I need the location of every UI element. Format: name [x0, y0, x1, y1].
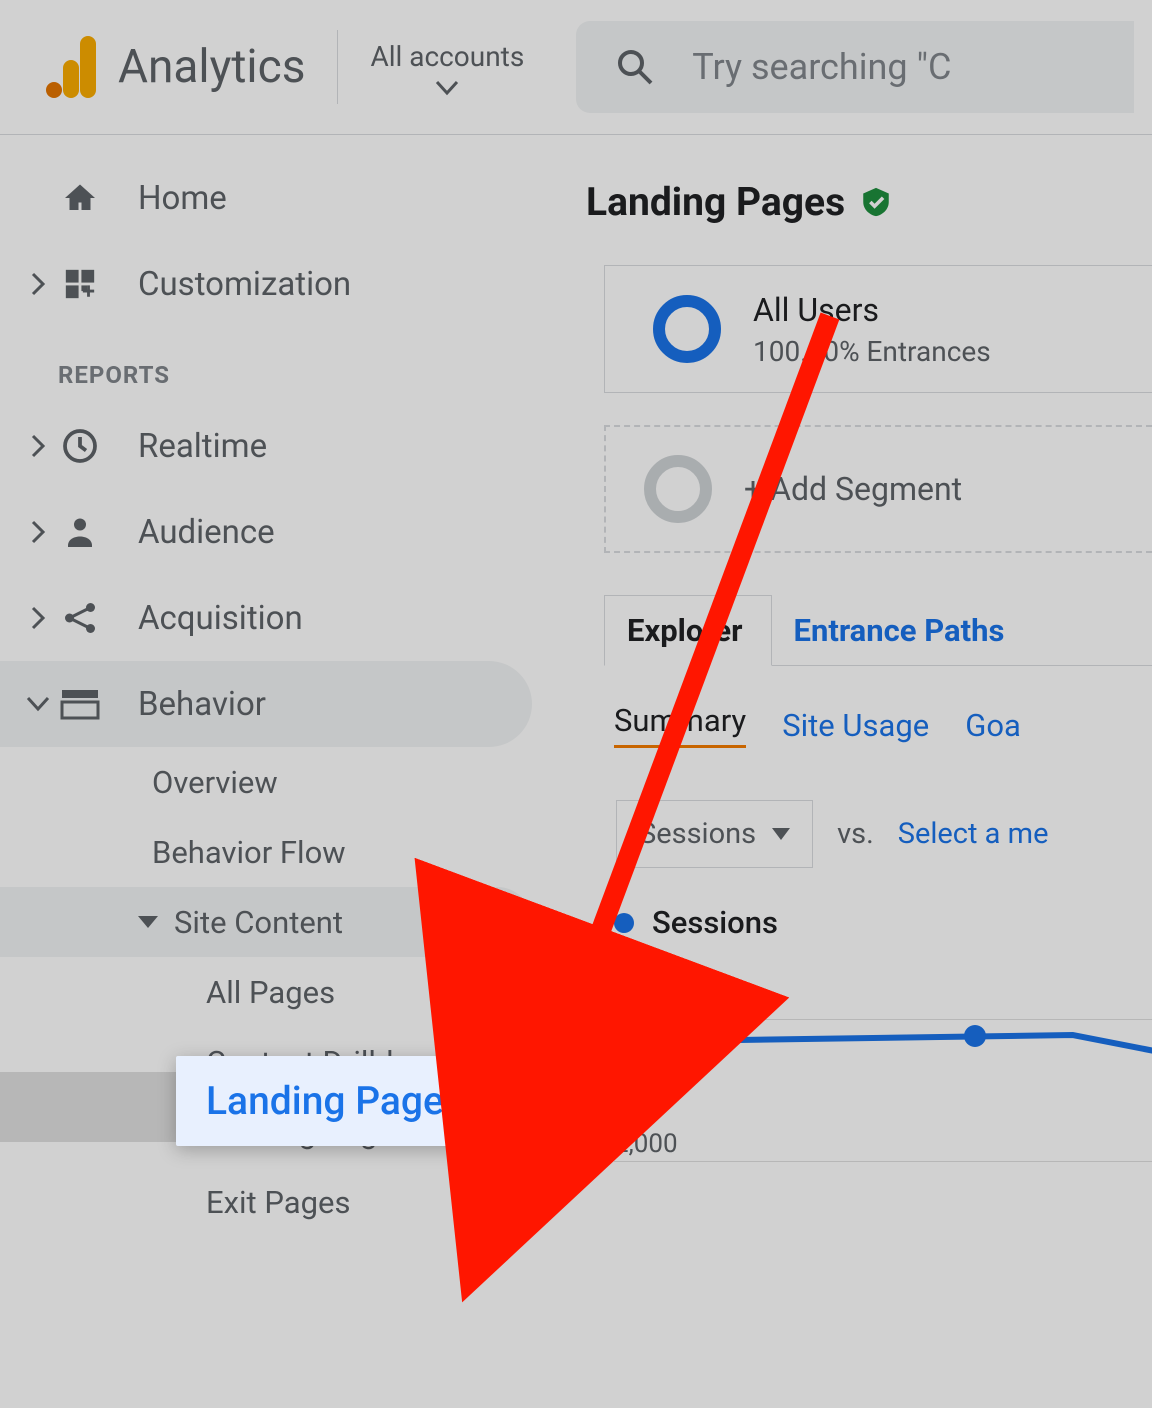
highlight-landing-pages[interactable]: Landing Pages	[176, 1056, 596, 1146]
nav-realtime[interactable]: Realtime	[0, 403, 586, 489]
nav-behavior[interactable]: Behavior	[0, 661, 532, 747]
add-segment[interactable]: + Add Segment	[604, 425, 1152, 553]
behavior-icon	[60, 684, 100, 724]
segment-sub: 100.00% Entrances	[753, 335, 991, 368]
subtab-row: Summary Site Usage Goa	[604, 684, 1152, 766]
app-header: Analytics All accounts Try searching "C	[0, 0, 1152, 135]
add-segment-label: + Add Segment	[744, 470, 962, 508]
legend-label: Sessions	[652, 904, 778, 941]
caret-down-icon	[772, 828, 790, 840]
nav-customization[interactable]: Customization	[0, 241, 586, 327]
person-icon	[60, 512, 100, 552]
nav-audience[interactable]: Audience	[0, 489, 586, 575]
tab-entrance-paths[interactable]: Entrance Paths	[772, 596, 1033, 665]
share-icon	[60, 598, 100, 638]
account-picker[interactable]: All accounts	[370, 40, 524, 95]
subnav-behavior-flow[interactable]: Behavior Flow	[0, 817, 532, 887]
vs-label: vs.	[837, 817, 874, 851]
ring-icon	[644, 455, 712, 523]
tab-explorer[interactable]: Explorer	[604, 595, 772, 666]
brand-block: Analytics	[18, 36, 305, 98]
ring-icon	[653, 295, 721, 363]
search-placeholder: Try searching "C	[692, 46, 951, 88]
chevron-right-icon	[31, 607, 45, 629]
search-input[interactable]: Try searching "C	[576, 21, 1134, 113]
subnav-overview[interactable]: Overview	[0, 747, 532, 817]
subtab-goal[interactable]: Goa	[965, 707, 1021, 744]
subnav-all-pages[interactable]: All Pages	[0, 957, 532, 1027]
caret-down-icon	[138, 916, 158, 928]
chart-point	[964, 1025, 986, 1047]
page-title-row: Landing Pages	[586, 179, 1152, 225]
caret-down-icon	[436, 81, 458, 95]
search-icon	[616, 48, 654, 86]
select-metric-link[interactable]: Select a me	[898, 817, 1049, 851]
subnav-site-content[interactable]: Site Content	[0, 887, 532, 957]
verified-shield-icon	[859, 185, 893, 219]
chart-line	[614, 963, 1152, 1223]
nav-home[interactable]: Home	[0, 155, 586, 241]
dashboard-icon	[60, 264, 100, 304]
subnav-exit-pages[interactable]: Exit Pages	[0, 1167, 532, 1237]
chevron-right-icon	[31, 521, 45, 543]
chevron-right-icon	[31, 273, 45, 295]
legend-dot-icon	[614, 913, 634, 933]
metric-select[interactable]: Sessions	[616, 800, 813, 868]
metric-row: Sessions vs. Select a me	[616, 800, 1152, 868]
highlight-label: Landing Pages	[206, 1078, 464, 1124]
home-icon	[60, 178, 100, 218]
segment-name: All Users	[753, 291, 991, 329]
analytics-logo-icon	[46, 36, 96, 98]
chart-legend: Sessions	[614, 904, 1152, 941]
main-content: Landing Pages All Users 100.00% Entrance…	[586, 135, 1152, 1408]
nav-acquisition[interactable]: Acquisition	[0, 575, 586, 661]
chevron-down-icon	[27, 697, 49, 711]
account-picker-label: All accounts	[370, 40, 524, 73]
segment-all-users[interactable]: All Users 100.00% Entrances	[604, 265, 1152, 393]
sidebar: Home Customization REPORTS Realt	[0, 135, 586, 1408]
subtab-summary[interactable]: Summary	[614, 702, 746, 748]
page-title: Landing Pages	[586, 179, 845, 225]
tab-row: Explorer Entrance Paths	[604, 595, 1152, 666]
subtab-site-usage[interactable]: Site Usage	[782, 707, 929, 744]
header-divider	[337, 30, 338, 104]
brand-label: Analytics	[118, 40, 305, 94]
chart-point	[650, 1031, 672, 1053]
sessions-chart: 4,000 2,000	[614, 963, 1152, 1223]
sidebar-section-reports: REPORTS	[0, 327, 586, 403]
chevron-right-icon	[31, 435, 45, 457]
clock-icon	[60, 426, 100, 466]
